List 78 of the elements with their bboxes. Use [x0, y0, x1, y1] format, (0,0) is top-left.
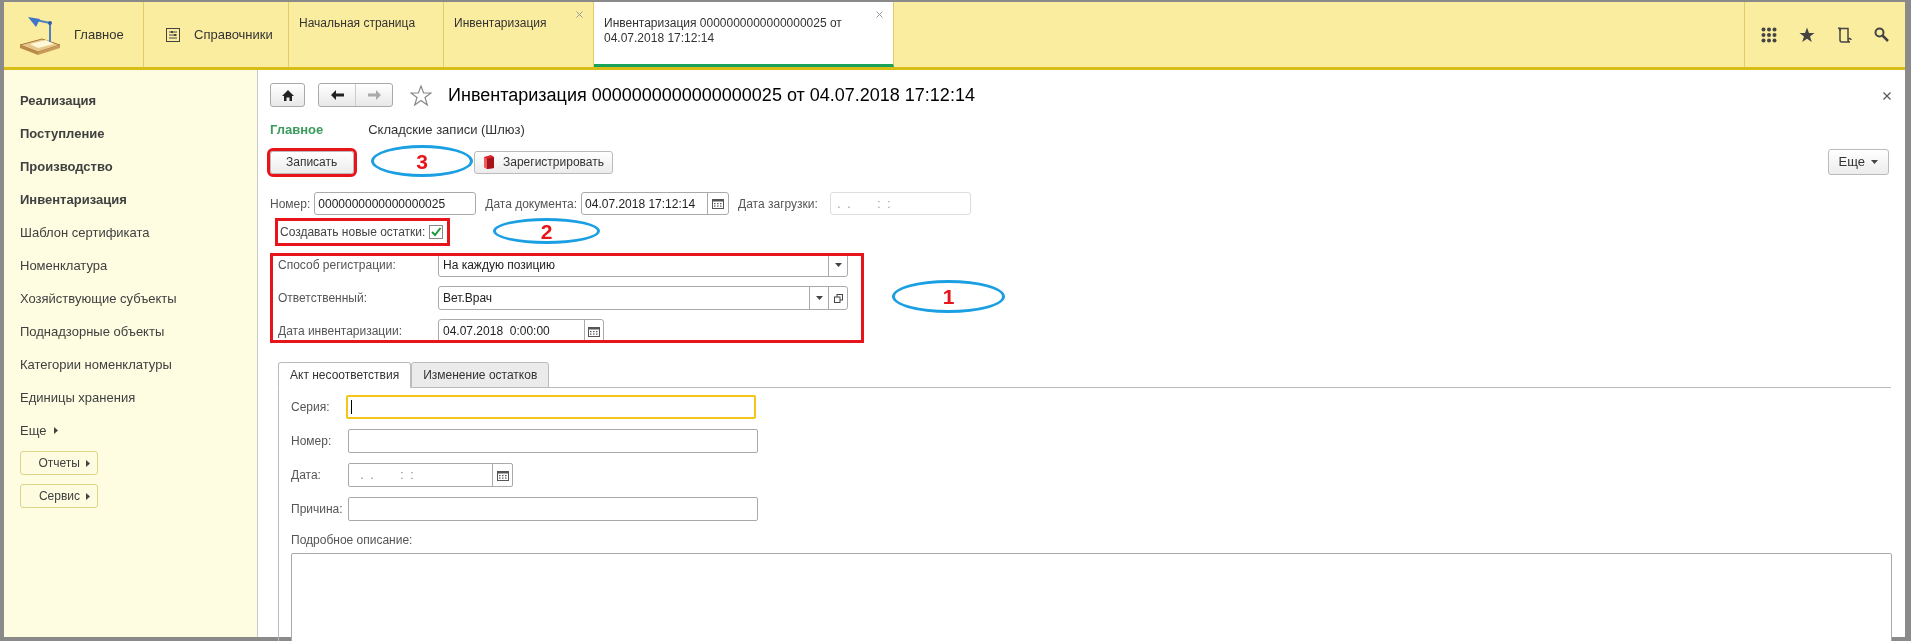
calendar-icon[interactable]: [496, 469, 509, 481]
section-label: Главное: [74, 25, 124, 44]
caret-icon[interactable]: [815, 296, 823, 300]
description-field[interactable]: [291, 553, 1892, 641]
section-button[interactable]: Главное: [4, 2, 144, 67]
input-field[interactable]: [348, 429, 758, 453]
date-field[interactable]: 04.07.2018 0:00:00: [438, 319, 604, 343]
dropdown-field[interactable]: Вет.Врач: [438, 286, 848, 310]
field-label: Дата загрузки:: [738, 195, 818, 213]
sidebar-item[interactable]: Поднадзорные объекты: [20, 315, 257, 348]
date-field[interactable]: 04.07.2018 17:12:14: [581, 192, 730, 215]
tab-label: Инвентаризация 0000000000000000025 от 04.07.2018 17:12:14: [604, 16, 843, 46]
field-label: Дата документа:: [485, 195, 578, 213]
tab-label: Начальная страница: [299, 16, 417, 31]
dropdown-field[interactable]: На каждую позицию: [438, 253, 848, 277]
field-label: Номер:: [270, 195, 311, 213]
calendar-icon[interactable]: [712, 198, 725, 209]
save-button[interactable]: Записать: [270, 150, 354, 174]
calendar-icon[interactable]: [588, 325, 600, 337]
checkbox-field[interactable]: Создавать новые остатки:: [278, 221, 448, 243]
tab[interactable]: Начальная страница: [289, 2, 444, 67]
field-label: Способ регистрации:: [278, 257, 397, 274]
register-button[interactable]: Зарегистрировать: [474, 150, 613, 174]
input-field[interactable]: 0000000000000000025: [314, 192, 477, 215]
triangle-right-icon: [86, 492, 90, 500]
tab[interactable]: Акт несоответствия: [278, 362, 412, 388]
sidebar-item[interactable]: Реализация: [20, 84, 257, 117]
arrow-right-icon: [367, 90, 381, 100]
field-label: Подробное описание:: [291, 532, 414, 549]
field-label: Причина:: [291, 501, 344, 518]
section-button[interactable]: Справочники: [144, 2, 289, 67]
sidebar-item[interactable]: Инвентаризация: [20, 183, 257, 216]
search-icon[interactable]: [1874, 27, 1889, 42]
field-label: Номер:: [291, 433, 333, 450]
home-icon: [281, 89, 294, 101]
star-outline-icon[interactable]: [410, 84, 432, 106]
field-label: Дата:: [291, 467, 322, 484]
home-button[interactable]: [270, 83, 305, 107]
triangle-right-icon: [54, 427, 59, 434]
open-window-icon[interactable]: [833, 293, 843, 303]
sidebar-item[interactable]: Поступление: [20, 117, 257, 150]
book-icon: [483, 155, 495, 169]
field-label: Дата инвентаризации:: [278, 323, 403, 340]
menu-button[interactable]: Сервис: [20, 484, 98, 508]
tab[interactable]: Изменение остатков: [411, 362, 550, 388]
checkbox[interactable]: [429, 225, 444, 239]
more-link[interactable]: Еще: [20, 414, 257, 447]
sidebar-item[interactable]: Номенклатура: [20, 249, 257, 282]
text-cursor: [351, 400, 352, 414]
section-label: Справочники: [194, 25, 273, 44]
form-title: Инвентаризация 0000000000000000025 от 04.07.2018 17:12:14: [448, 83, 975, 107]
callout-ellipse: 3: [371, 145, 473, 177]
input-field[interactable]: [346, 395, 756, 419]
date-field[interactable]: . . : :: [348, 463, 513, 487]
close-icon[interactable]: [1883, 92, 1891, 100]
sidebar-item[interactable]: Категории номенклатуры: [20, 348, 257, 381]
arrow-left-icon: [330, 90, 344, 100]
callout-ellipse: 2: [493, 218, 600, 244]
callout-ellipse: 1: [892, 280, 1005, 313]
triangle-right-icon: [86, 459, 90, 467]
sidebar-item[interactable]: Хозяйствующие субъекты: [20, 282, 257, 315]
apps-grid-icon[interactable]: [1761, 26, 1777, 43]
scroll-icon[interactable]: [1837, 26, 1852, 43]
sidebar-item[interactable]: Производство: [20, 150, 257, 183]
section-link[interactable]: Складские записи (Шлюз): [368, 120, 525, 140]
field-label: Серия:: [291, 399, 331, 416]
tab-label: Инвентаризация: [454, 16, 548, 31]
menu-button[interactable]: Отчеты: [20, 451, 98, 475]
sidebar-item[interactable]: Шаблон сертификата: [20, 216, 257, 249]
more-button[interactable]: Еще: [1827, 149, 1889, 175]
sidebar-item[interactable]: Единицы хранения: [20, 381, 257, 414]
input-field[interactable]: [348, 497, 758, 521]
tab[interactable]: Инвентаризация 0000000000000000025 от 04.07.2018 17:12:14: [594, 2, 894, 67]
caret-icon[interactable]: [834, 263, 842, 267]
caret-icon: [1871, 160, 1878, 164]
list-icon: [166, 27, 180, 42]
field-label: Ответственный:: [278, 290, 369, 307]
star-icon[interactable]: [1799, 26, 1815, 43]
